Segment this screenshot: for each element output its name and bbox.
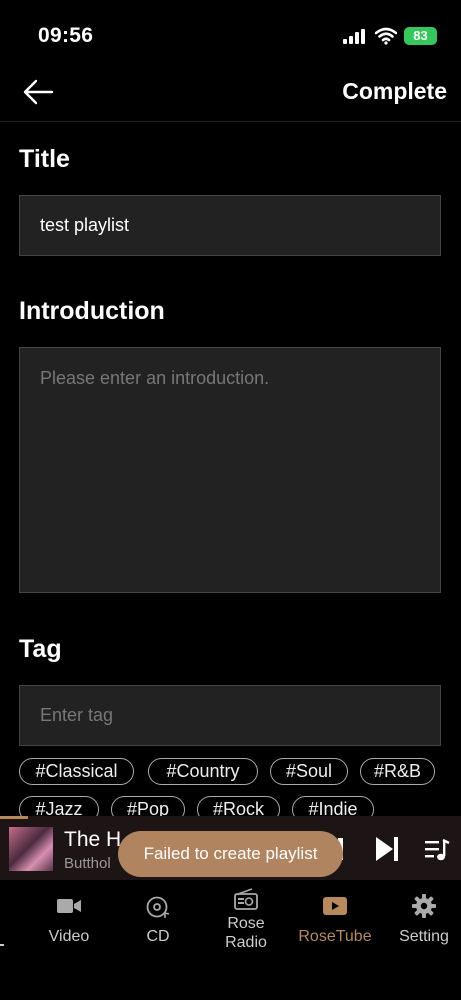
nav-item-cd[interactable]: CD <box>130 896 186 946</box>
album-art <box>9 827 53 871</box>
nav-item-partial[interactable] <box>0 938 4 946</box>
title-label: Title <box>19 145 70 173</box>
error-toast: Failed to create playlist <box>118 831 343 877</box>
radio-icon <box>234 888 258 910</box>
queue-icon[interactable] <box>424 838 450 862</box>
status-bar: 09:56 83 <box>0 0 461 70</box>
header: Complete <box>0 70 461 122</box>
now-playing-title: The H <box>64 828 122 851</box>
nav-item-rose-radio[interactable]: Rose Radio <box>216 888 276 952</box>
playback-progress <box>0 816 28 819</box>
tag-chip[interactable]: #Soul <box>270 758 348 785</box>
nav-item-video[interactable]: Video <box>38 896 100 946</box>
cd-icon <box>146 896 170 918</box>
battery-indicator: 83 <box>404 27 437 45</box>
now-playing-artist: Butthol <box>64 855 111 872</box>
status-time: 09:56 <box>38 24 94 47</box>
youtube-icon <box>323 897 347 915</box>
nav-item-rosetube[interactable]: RoseTube <box>298 896 372 946</box>
tag-chip[interactable]: #R&B <box>360 758 435 785</box>
bottom-navigation: Video CD Rose Radio RoseTube Setting <box>0 880 461 1000</box>
nav-label-cd: CD <box>146 928 170 945</box>
signal-icon <box>343 29 365 44</box>
nav-label-rosetube: RoseTube <box>298 928 372 945</box>
wifi-icon <box>375 27 397 45</box>
introduction-textarea[interactable]: Please enter an introduction. <box>19 347 441 593</box>
nav-label-rose-radio: Rose Radio <box>225 915 267 951</box>
tag-label: Tag <box>19 635 62 663</box>
next-track-icon[interactable] <box>374 836 400 862</box>
tag-chip[interactable]: #Classical <box>19 758 134 785</box>
nav-label-setting: Setting <box>399 928 449 945</box>
complete-button[interactable]: Complete <box>342 78 447 105</box>
tag-input[interactable]: Enter tag <box>19 685 441 746</box>
nav-label-video: Video <box>48 928 90 945</box>
title-input[interactable]: test playlist <box>19 195 441 256</box>
gear-icon <box>412 894 436 918</box>
introduction-label: Introduction <box>19 297 165 325</box>
back-arrow-icon[interactable] <box>22 78 54 106</box>
nav-item-setting[interactable]: Setting <box>395 894 453 946</box>
video-icon <box>57 899 81 913</box>
tag-chip[interactable]: #Country <box>148 758 258 785</box>
